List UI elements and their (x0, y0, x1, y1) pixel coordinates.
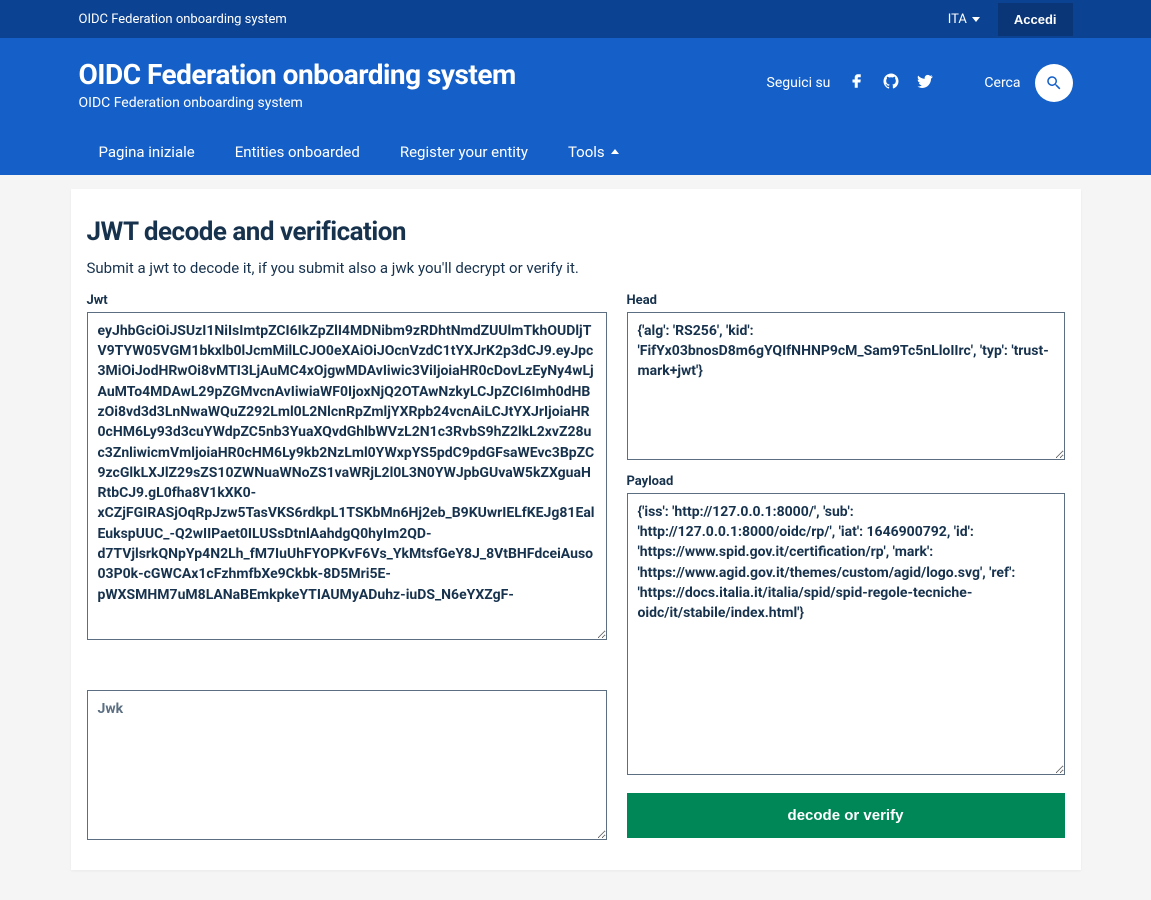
jwk-input[interactable] (87, 690, 607, 840)
header: OIDC Federation onboarding system OIDC F… (0, 38, 1151, 175)
head-output[interactable] (627, 312, 1065, 460)
search-button[interactable] (1035, 64, 1073, 102)
chevron-down-icon (972, 17, 980, 22)
topbar: OIDC Federation onboarding system ITA Ac… (0, 0, 1151, 38)
brand: OIDC Federation onboarding system OIDC F… (79, 60, 516, 111)
search-block: Cerca (984, 64, 1072, 102)
payload-output[interactable] (627, 493, 1065, 775)
twitter-icon[interactable] (916, 72, 934, 94)
search-label: Cerca (984, 75, 1020, 91)
submit-button[interactable]: decode or verify (627, 793, 1065, 838)
search-icon (1045, 74, 1063, 92)
head-label: Head (627, 293, 1065, 308)
main-nav: Pagina iniziale Entities onboarded Regis… (71, 111, 1081, 175)
nav-register[interactable]: Register your entity (380, 129, 548, 175)
language-label: ITA (948, 12, 967, 27)
github-icon[interactable] (882, 72, 900, 94)
jwt-label: Jwt (87, 293, 607, 308)
page-title: JWT decode and verification (87, 217, 1065, 247)
follow-label: Seguici su (767, 75, 831, 91)
site-subtitle: OIDC Federation onboarding system (79, 95, 516, 111)
topbar-site-name[interactable]: OIDC Federation onboarding system (79, 12, 287, 27)
nav-tools[interactable]: Tools (548, 129, 639, 175)
nav-home[interactable]: Pagina iniziale (79, 129, 215, 175)
payload-label: Payload (627, 474, 1065, 489)
nav-entities[interactable]: Entities onboarded (215, 129, 380, 175)
login-button[interactable]: Accedi (998, 3, 1073, 36)
main-content: JWT decode and verification Submit a jwt… (71, 189, 1081, 870)
site-title: OIDC Federation onboarding system (79, 60, 516, 91)
chevron-up-icon (611, 149, 619, 154)
social-block: Seguici su (767, 72, 935, 94)
page-intro: Submit a jwt to decode it, if you submit… (87, 259, 1065, 277)
nav-tools-label: Tools (568, 143, 605, 161)
language-selector[interactable]: ITA (948, 12, 980, 27)
jwt-input[interactable] (87, 312, 607, 640)
facebook-icon[interactable] (848, 72, 866, 94)
